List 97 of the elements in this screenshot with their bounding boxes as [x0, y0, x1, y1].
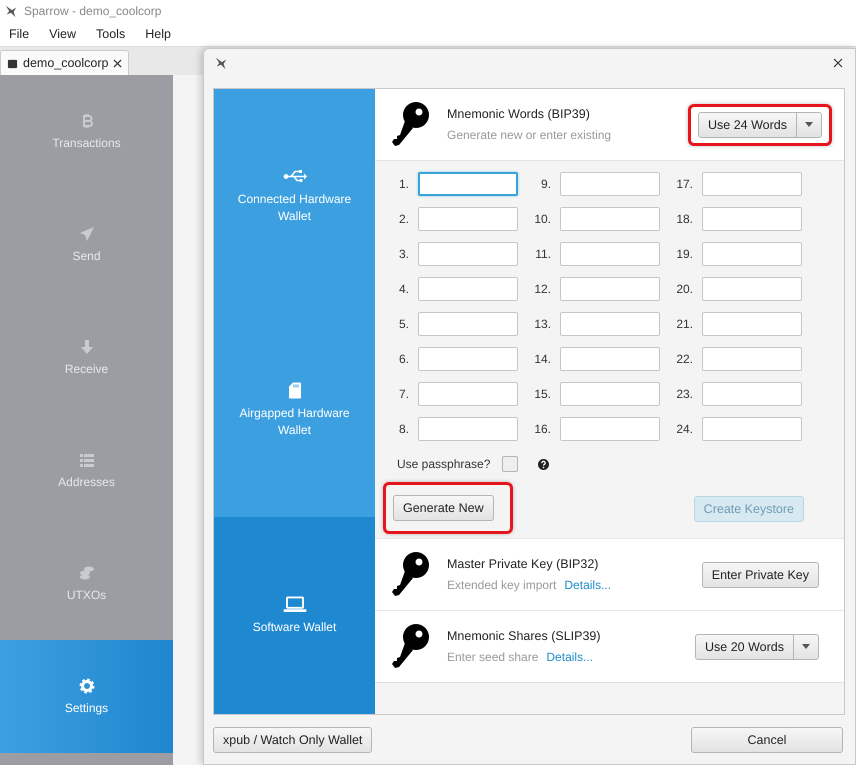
section-subtitle: Extended key import	[447, 578, 556, 592]
word-input[interactable]	[702, 417, 802, 441]
word-number: 3.	[398, 247, 409, 261]
usb-icon	[282, 168, 306, 184]
word-count-button[interactable]: Use 24 Words	[698, 112, 797, 138]
word-input[interactable]	[702, 312, 802, 336]
enter-private-key-button[interactable]: Enter Private Key	[702, 562, 819, 588]
word-number: 22.	[675, 352, 693, 366]
details-link[interactable]: Details...	[546, 650, 594, 664]
sd-card-icon	[288, 382, 300, 398]
word-number: 19.	[675, 247, 693, 261]
word-number: 12.	[533, 282, 551, 296]
menu-item[interactable]: Tools	[96, 27, 126, 41]
word-input[interactable]	[418, 312, 518, 336]
caret-icon	[802, 644, 810, 649]
window-title: Sparrow - demo_coolcorp	[24, 4, 162, 18]
word-input[interactable]	[560, 417, 660, 441]
word-input[interactable]	[702, 382, 802, 406]
list-icon	[78, 452, 94, 468]
laptop-icon	[282, 596, 306, 612]
word-number: 9.	[540, 177, 551, 191]
word-input[interactable]	[418, 382, 518, 406]
word-number: 11.	[534, 247, 551, 261]
settings-icon	[78, 678, 94, 694]
word-number: 5.	[398, 317, 409, 331]
wallet-type-item[interactable]: Airgapped Hardware Wallet	[214, 303, 375, 517]
arrow-down-icon	[78, 339, 94, 355]
word-number: 18.	[675, 212, 693, 226]
word-number: 21.	[675, 317, 693, 331]
wallet-tab[interactable]: demo_coolcorp	[0, 50, 130, 75]
nav-item[interactable]: Send	[0, 188, 173, 301]
word-input[interactable]	[560, 382, 660, 406]
word-number: 1.	[398, 177, 409, 191]
close-icon[interactable]	[113, 58, 122, 68]
menu-item[interactable]: File	[9, 27, 30, 41]
details-link[interactable]: Details...	[564, 578, 612, 592]
word-number: 24.	[675, 422, 693, 436]
word-input[interactable]	[418, 207, 518, 231]
section-subtitle: Generate new or enter existing	[447, 128, 612, 142]
nav-item[interactable]: Transactions	[0, 75, 173, 188]
help-icon[interactable]	[538, 458, 550, 470]
dropdown-button[interactable]	[797, 112, 822, 138]
word-number: 20.	[675, 282, 693, 296]
word-number: 14.	[533, 352, 551, 366]
word-input[interactable]	[560, 242, 660, 266]
word-number: 23.	[675, 387, 693, 401]
wallet-icon	[7, 58, 18, 68]
word-number: 2.	[398, 212, 409, 226]
word-number: 8.	[398, 422, 409, 436]
cancel-button[interactable]: Cancel	[691, 726, 843, 752]
word-input[interactable]	[702, 172, 802, 196]
nav-item[interactable]: Settings	[0, 640, 173, 753]
generate-new-button[interactable]: Generate New	[393, 495, 494, 521]
nav-item[interactable]: Addresses	[0, 414, 173, 527]
word-input[interactable]	[702, 207, 802, 231]
word-input[interactable]	[418, 172, 518, 196]
paper-plane-icon	[78, 226, 94, 242]
caret-icon	[805, 122, 813, 127]
word-input[interactable]	[560, 207, 660, 231]
word-input[interactable]	[702, 277, 802, 301]
word-input[interactable]	[702, 242, 802, 266]
watch-only-wallet-button[interactable]: xpub / Watch Only Wallet	[213, 726, 372, 752]
word-input[interactable]	[418, 242, 518, 266]
section-title: Mnemonic Words (BIP39)	[447, 107, 591, 121]
word-number: 10.	[533, 212, 551, 226]
word-input[interactable]	[702, 347, 802, 371]
word-number: 15.	[533, 387, 551, 401]
menu-item[interactable]: Help	[145, 27, 171, 41]
key-icon	[391, 100, 431, 148]
word-input[interactable]	[560, 277, 660, 301]
word-number: 13.	[533, 317, 551, 331]
word-input[interactable]	[418, 417, 518, 441]
word-number: 6.	[398, 352, 409, 366]
word-number: 4.	[398, 282, 409, 296]
key-icon	[391, 550, 431, 598]
word-number: 17.	[675, 177, 693, 191]
nav-item[interactable]: UTXOs	[0, 527, 173, 640]
key-icon	[391, 622, 431, 670]
nav-item[interactable]: Receive	[0, 301, 173, 414]
word-number: 7.	[398, 387, 409, 401]
word-input[interactable]	[418, 347, 518, 371]
word-input[interactable]	[560, 312, 660, 336]
section-subtitle: Enter seed share	[447, 650, 538, 664]
passphrase-checkbox[interactable]	[502, 456, 518, 472]
section-title: Mnemonic Shares (SLIP39)	[447, 629, 602, 643]
passphrase-label: Use passphrase?	[397, 457, 490, 471]
wallet-type-item[interactable]: Connected Hardware Wallet	[214, 89, 375, 303]
word-input[interactable]	[560, 172, 660, 196]
word-input[interactable]	[418, 277, 518, 301]
word-input[interactable]	[560, 347, 660, 371]
wallet-type-item[interactable]: Software Wallet	[214, 517, 375, 714]
section-title: Master Private Key (BIP32)	[447, 557, 600, 571]
dropdown-button[interactable]	[794, 634, 819, 660]
word-number: 16.	[533, 422, 551, 436]
word-count-button[interactable]: Use 20 Words	[695, 634, 794, 660]
menu-item[interactable]: View	[49, 27, 76, 41]
close-icon[interactable]	[833, 58, 843, 68]
